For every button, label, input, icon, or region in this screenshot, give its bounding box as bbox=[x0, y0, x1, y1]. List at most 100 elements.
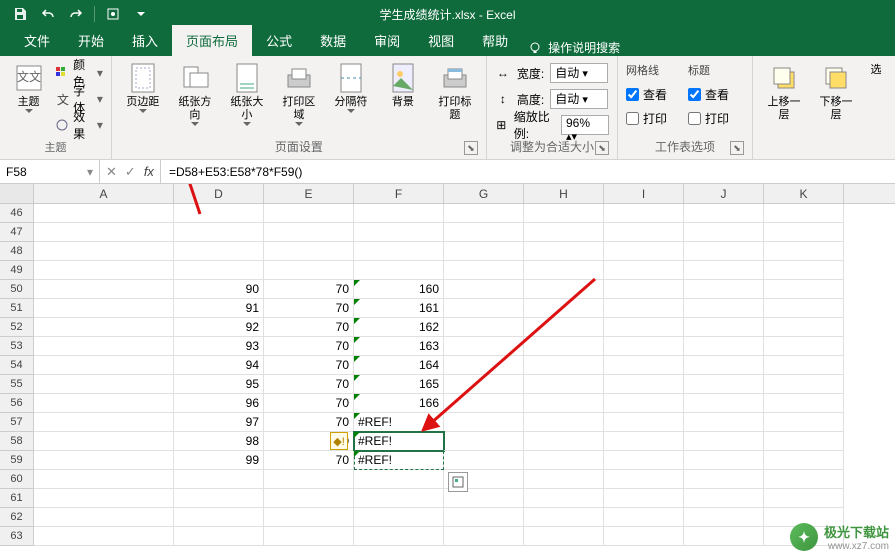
cell[interactable] bbox=[684, 394, 764, 413]
row-header[interactable]: 59 bbox=[0, 451, 34, 470]
cell[interactable] bbox=[684, 470, 764, 489]
cell[interactable] bbox=[764, 413, 844, 432]
cell[interactable] bbox=[764, 299, 844, 318]
cell[interactable] bbox=[34, 242, 174, 261]
cell[interactable] bbox=[604, 356, 684, 375]
cell[interactable] bbox=[684, 527, 764, 546]
cell[interactable] bbox=[684, 451, 764, 470]
cell[interactable] bbox=[684, 261, 764, 280]
tab-review[interactable]: 审阅 bbox=[360, 25, 414, 56]
redo-icon[interactable] bbox=[64, 3, 88, 25]
cell[interactable] bbox=[444, 337, 524, 356]
cell[interactable] bbox=[764, 261, 844, 280]
cell[interactable] bbox=[34, 280, 174, 299]
cancel-formula-icon[interactable]: ✕ bbox=[106, 164, 117, 180]
cell[interactable] bbox=[684, 356, 764, 375]
row-header[interactable]: 55 bbox=[0, 375, 34, 394]
touch-mode-icon[interactable] bbox=[101, 3, 125, 25]
paste-options-icon[interactable] bbox=[448, 472, 468, 492]
cell[interactable] bbox=[524, 261, 604, 280]
col-header-I[interactable]: I bbox=[604, 184, 684, 203]
cell[interactable] bbox=[604, 280, 684, 299]
cell[interactable] bbox=[444, 432, 524, 451]
cell-reference-input[interactable] bbox=[6, 165, 66, 179]
cell[interactable] bbox=[684, 223, 764, 242]
cell[interactable]: 99 bbox=[174, 451, 264, 470]
sheetopts-launcher-icon[interactable]: ⬊ bbox=[730, 141, 744, 155]
cell[interactable] bbox=[604, 451, 684, 470]
breaks-button[interactable]: 分隔符 bbox=[328, 60, 374, 116]
cell[interactable] bbox=[684, 508, 764, 527]
tab-page-layout[interactable]: 页面布局 bbox=[172, 25, 252, 56]
cell[interactable]: 94 bbox=[174, 356, 264, 375]
cell[interactable] bbox=[444, 375, 524, 394]
cell[interactable] bbox=[524, 432, 604, 451]
cell[interactable]: 70 bbox=[264, 413, 354, 432]
background-button[interactable]: 背景 bbox=[380, 60, 426, 111]
cell[interactable]: 70 bbox=[264, 280, 354, 299]
cell[interactable]: 96 bbox=[174, 394, 264, 413]
themes-button[interactable]: 文文 主题 bbox=[8, 60, 49, 116]
col-header-H[interactable]: H bbox=[524, 184, 604, 203]
cell[interactable] bbox=[444, 413, 524, 432]
row-header[interactable]: 53 bbox=[0, 337, 34, 356]
cell[interactable] bbox=[444, 204, 524, 223]
cell[interactable] bbox=[524, 223, 604, 242]
cell[interactable] bbox=[174, 508, 264, 527]
cell[interactable] bbox=[764, 470, 844, 489]
cell[interactable] bbox=[444, 451, 524, 470]
cell[interactable] bbox=[524, 470, 604, 489]
cell[interactable] bbox=[524, 299, 604, 318]
tab-insert[interactable]: 插入 bbox=[118, 25, 172, 56]
cell[interactable] bbox=[604, 318, 684, 337]
col-header-F[interactable]: F bbox=[354, 184, 444, 203]
cell[interactable] bbox=[684, 299, 764, 318]
bring-forward-button[interactable]: 上移一层 bbox=[761, 60, 807, 124]
row-header[interactable]: 47 bbox=[0, 223, 34, 242]
col-header-D[interactable]: D bbox=[174, 184, 264, 203]
cell[interactable] bbox=[174, 489, 264, 508]
formula-input[interactable] bbox=[169, 165, 887, 179]
cell[interactable] bbox=[354, 223, 444, 242]
cell[interactable]: 70 bbox=[264, 394, 354, 413]
cell[interactable]: 70 bbox=[264, 299, 354, 318]
cell[interactable] bbox=[34, 204, 174, 223]
cell[interactable] bbox=[354, 242, 444, 261]
cell[interactable] bbox=[764, 223, 844, 242]
scale-pct-input[interactable]: 96% ▴▾ bbox=[561, 115, 609, 135]
cell[interactable] bbox=[264, 527, 354, 546]
cell[interactable] bbox=[524, 508, 604, 527]
scale-launcher-icon[interactable]: ⬊ bbox=[595, 141, 609, 155]
cell[interactable] bbox=[604, 261, 684, 280]
cell[interactable] bbox=[444, 508, 524, 527]
cell[interactable] bbox=[444, 394, 524, 413]
cell[interactable] bbox=[524, 394, 604, 413]
tab-help[interactable]: 帮助 bbox=[468, 25, 522, 56]
cell[interactable] bbox=[34, 470, 174, 489]
name-box-dropdown-icon[interactable]: ▾ bbox=[87, 165, 93, 179]
cell[interactable] bbox=[764, 451, 844, 470]
cell[interactable] bbox=[174, 242, 264, 261]
cell[interactable]: #REF! bbox=[354, 413, 444, 432]
cell[interactable] bbox=[684, 489, 764, 508]
cell[interactable] bbox=[764, 280, 844, 299]
cell[interactable] bbox=[354, 489, 444, 508]
col-header-G[interactable]: G bbox=[444, 184, 524, 203]
cell[interactable] bbox=[524, 318, 604, 337]
row-header[interactable]: 62 bbox=[0, 508, 34, 527]
col-header-J[interactable]: J bbox=[684, 184, 764, 203]
cell[interactable]: 70 bbox=[264, 356, 354, 375]
cell[interactable] bbox=[34, 489, 174, 508]
cell[interactable] bbox=[524, 337, 604, 356]
cell[interactable] bbox=[444, 356, 524, 375]
cell[interactable] bbox=[174, 261, 264, 280]
cell[interactable] bbox=[174, 527, 264, 546]
cell[interactable]: 92 bbox=[174, 318, 264, 337]
cell[interactable] bbox=[604, 432, 684, 451]
cell[interactable] bbox=[524, 204, 604, 223]
cell[interactable] bbox=[764, 337, 844, 356]
row-header[interactable]: 63 bbox=[0, 527, 34, 546]
cell[interactable]: 160 bbox=[354, 280, 444, 299]
cell[interactable]: 163 bbox=[354, 337, 444, 356]
cell[interactable] bbox=[444, 261, 524, 280]
